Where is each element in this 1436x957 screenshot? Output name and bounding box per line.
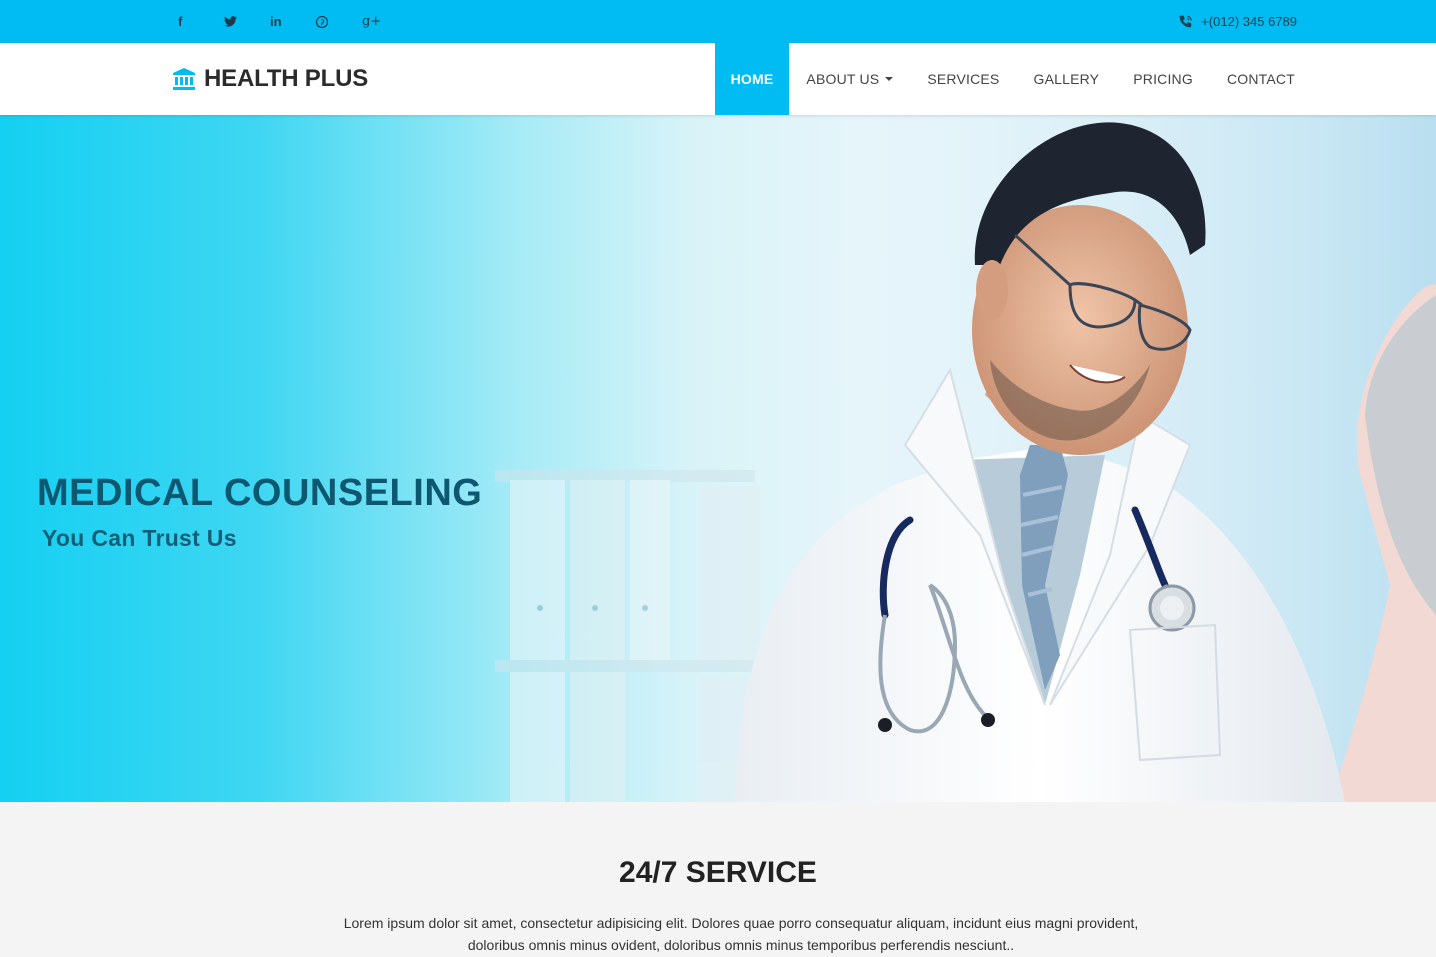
service-description: Lorem ipsum dolor sit amet, consectetur … <box>318 912 1164 956</box>
service-title: 24/7 SERVICE <box>619 856 817 889</box>
nav-item-gallery[interactable]: GALLERY <box>1016 43 1116 115</box>
service-text-line-1: Lorem ipsum dolor sit amet, consectetur … <box>343 915 1139 931</box>
twitter-icon[interactable] <box>218 0 264 43</box>
brand-logo[interactable]: HEALTH PLUS <box>172 43 368 115</box>
phone-icon <box>1179 15 1193 28</box>
nav-item-label: HOME <box>730 71 774 87</box>
twitter-glyph <box>224 16 237 27</box>
nav-menu: HOME ABOUT US SERVICES GALLERY PRICING C… <box>714 43 1312 115</box>
brand-name: HEALTH PLUS <box>204 65 369 92</box>
phone-number: +(012) 345 6789 <box>1201 14 1297 29</box>
nav-item-label: SERVICES <box>927 71 1000 87</box>
hero-banner: MEDICAL COUNSELING You Can Trust Us <box>0 115 1436 802</box>
social-links: f in g+ <box>172 0 402 43</box>
nav-item-label: ABOUT US <box>806 71 880 87</box>
doctor-hero-image <box>495 115 1436 802</box>
nav-item-contact[interactable]: CONTACT <box>1210 43 1312 115</box>
nav-item-pricing[interactable]: PRICING <box>1116 43 1210 115</box>
google-plus-icon[interactable]: g+ <box>356 0 402 43</box>
caret-down-icon <box>885 77 894 81</box>
main-navbar: HEALTH PLUS HOME ABOUT US SERVICES GALLE… <box>0 43 1436 115</box>
linkedin-glyph: in <box>270 14 282 29</box>
nav-item-label: CONTACT <box>1226 71 1295 87</box>
service-text-line-2: doloribus omnis minus ovident, doloribus… <box>467 937 1015 953</box>
google-plus-glyph: g+ <box>362 14 382 29</box>
pinterest-glyph <box>316 15 328 28</box>
facebook-icon[interactable]: f <box>172 0 218 43</box>
nav-item-label: GALLERY <box>1033 71 1100 87</box>
service-section: 24/7 SERVICE Lorem ipsum dolor sit amet,… <box>0 802 1436 957</box>
facebook-glyph: f <box>178 14 183 29</box>
phone-contact: +(012) 345 6789 <box>1179 0 1297 43</box>
hero-subtitle: You Can Trust Us <box>42 525 237 551</box>
pinterest-icon[interactable] <box>310 0 356 43</box>
linkedin-icon[interactable]: in <box>264 0 310 43</box>
top-bar: f in g+ +(012) 345 6789 <box>0 0 1436 43</box>
hero-title: MEDICAL COUNSELING <box>37 472 483 514</box>
institution-icon <box>173 68 195 90</box>
nav-item-label: PRICING <box>1133 71 1193 87</box>
nav-item-services[interactable]: SERVICES <box>910 43 1016 115</box>
nav-item-about-us[interactable]: ABOUT US <box>789 43 910 115</box>
nav-item-home[interactable]: HOME <box>714 43 790 115</box>
